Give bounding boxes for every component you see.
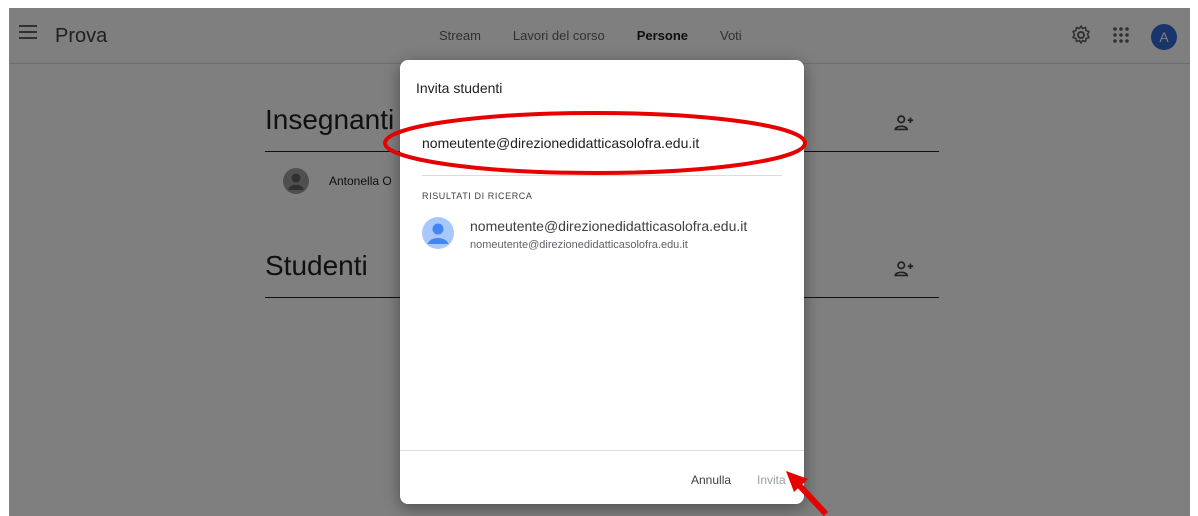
cancel-button[interactable]: Annulla xyxy=(691,473,731,487)
result-name: nomeutente@direzionedidatticasolofra.edu… xyxy=(470,218,748,234)
input-underline xyxy=(422,175,782,176)
invite-button[interactable]: Invita xyxy=(757,473,786,487)
dialog-title: Invita studenti xyxy=(416,80,503,96)
search-result-item[interactable]: nomeutente@direzionedidatticasolofra.edu… xyxy=(422,215,782,259)
result-email: nomeutente@direzionedidatticasolofra.edu… xyxy=(470,239,688,251)
dialog-footer-divider xyxy=(400,450,804,451)
user-avatar-icon xyxy=(422,217,454,249)
classroom-app: Prova Stream Lavori del corso Persone Vo… xyxy=(9,8,1190,516)
email-search-input[interactable] xyxy=(422,132,782,154)
invite-students-dialog: Invita studenti RISULTATI DI RICERCA nom… xyxy=(400,60,804,504)
search-results-label: RISULTATI DI RICERCA xyxy=(422,191,533,201)
